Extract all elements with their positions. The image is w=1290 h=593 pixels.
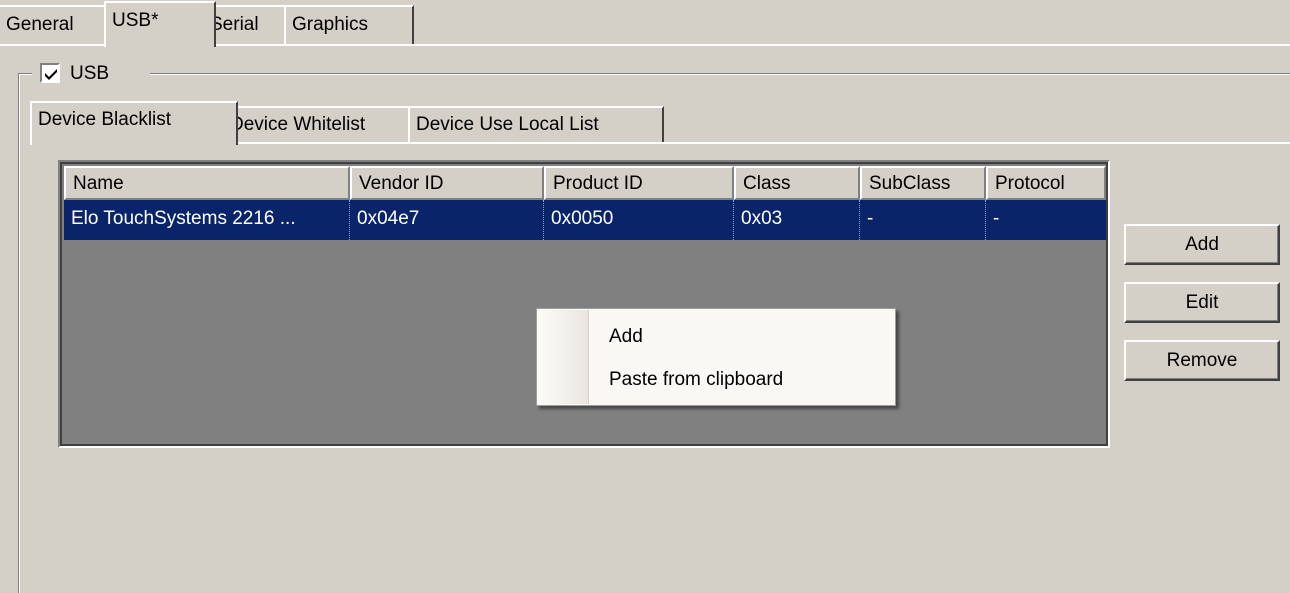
- cell-name: Elo TouchSystems 2216 ...: [64, 200, 350, 240]
- cell-class: 0x03: [734, 200, 860, 240]
- cell-vendor-id: 0x04e7: [350, 200, 544, 240]
- tab-device-whitelist-label: Device Whitelist: [230, 114, 366, 135]
- column-header-vendor-id[interactable]: Vendor ID: [350, 166, 544, 200]
- tab-graphics[interactable]: Graphics: [284, 5, 414, 46]
- menu-item-paste-from-clipboard[interactable]: Paste from clipboard: [609, 362, 783, 398]
- column-header-subclass[interactable]: SubClass: [860, 166, 986, 200]
- edit-button[interactable]: Edit: [1124, 282, 1280, 323]
- column-header-product-id[interactable]: Product ID: [544, 166, 734, 200]
- menu-item-add[interactable]: Add: [609, 319, 643, 355]
- tab-graphics-label: Graphics: [292, 14, 369, 35]
- tab-device-whitelist[interactable]: Device Whitelist: [222, 106, 424, 144]
- cell-subclass: -: [860, 200, 986, 240]
- remove-button[interactable]: Remove: [1124, 340, 1280, 381]
- checkmark-icon: [45, 69, 57, 80]
- column-header-name[interactable]: Name: [64, 166, 350, 200]
- cell-product-id: 0x0050: [544, 200, 734, 240]
- cell-protocol: -: [993, 208, 1000, 229]
- usb-checkbox-label: USB: [70, 63, 110, 84]
- context-menu: Add Paste from clipboard: [536, 308, 896, 406]
- tab-device-use-local-list[interactable]: Device Use Local List: [408, 106, 664, 144]
- tab-general-label: General: [6, 14, 74, 35]
- add-button[interactable]: Add: [1124, 224, 1280, 265]
- tab-device-use-local-list-label: Device Use Local List: [416, 114, 599, 135]
- column-header-protocol[interactable]: Protocol: [986, 166, 1106, 200]
- tab-device-blacklist[interactable]: Device Blacklist: [30, 101, 238, 145]
- table-row[interactable]: Elo TouchSystems 2216 ... 0x04e7 0x0050 …: [64, 200, 1106, 240]
- tab-usb[interactable]: USB*: [104, 1, 216, 47]
- tab-usb-label: USB*: [112, 10, 159, 31]
- tab-device-blacklist-label: Device Blacklist: [38, 109, 172, 130]
- usb-checkbox[interactable]: [40, 63, 60, 83]
- context-menu-icon-strip: [538, 310, 589, 404]
- tab-serial-label: Serial: [210, 14, 259, 35]
- column-header-class[interactable]: Class: [734, 166, 860, 200]
- tab-general[interactable]: General: [0, 5, 118, 46]
